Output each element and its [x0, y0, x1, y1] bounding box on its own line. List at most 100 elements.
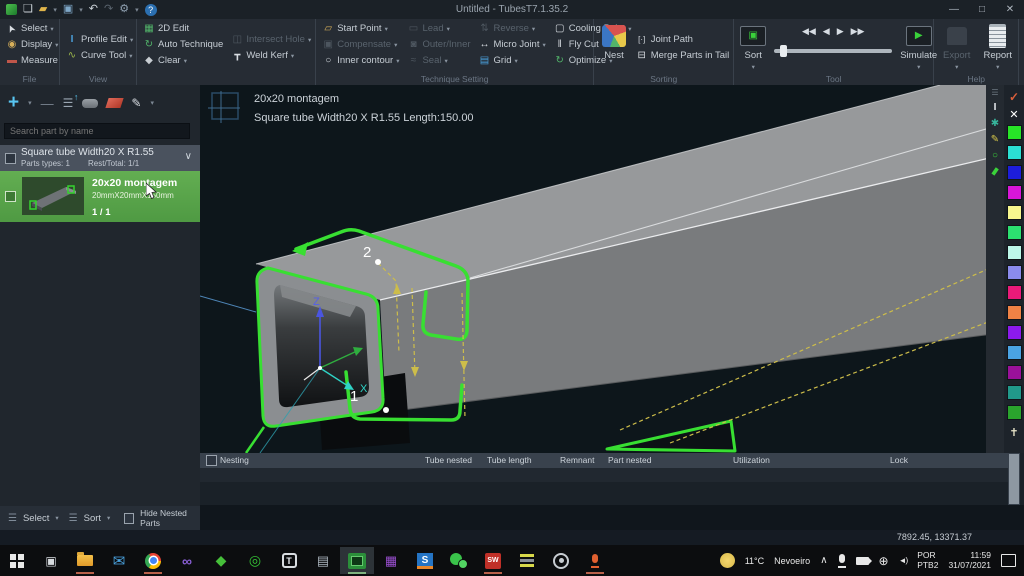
profile-edit-button[interactable]: IProfile Edit▾ [66, 33, 133, 46]
part-list-item-selected[interactable]: 20x20 montagem 20mmX20mmX150mm 1 / 1 [0, 171, 200, 222]
printer-app-button[interactable]: ▤ [306, 547, 340, 574]
solidworks-button[interactable]: SW [476, 547, 510, 574]
column-header[interactable]: Nesting [220, 455, 249, 465]
palette-color-swatch[interactable] [1007, 365, 1022, 380]
tray-expand-icon[interactable]: ∧ [820, 555, 827, 566]
palette-color-swatch[interactable] [1007, 125, 1022, 140]
tubest-app-button[interactable] [340, 547, 374, 574]
viewport-3d[interactable]: Z X 2 1 20x20 montagem Square tube Width… [200, 85, 1006, 453]
column-header[interactable]: Lock [890, 455, 908, 465]
circle-tool-icon[interactable]: ○ [992, 151, 998, 161]
part-group-header[interactable]: Square tube Width20 X R1.55 Parts types:… [0, 145, 200, 171]
step-back-button[interactable]: ◀ [823, 26, 830, 37]
chevron-down-icon[interactable]: ∨ [185, 151, 192, 162]
palette-color-swatch[interactable] [1007, 285, 1022, 300]
micro-joint-button[interactable]: ↔Micro Joint▾ [479, 38, 546, 51]
add-part-button[interactable]: + [8, 93, 19, 113]
inner-contour-button[interactable]: ○Inner contour▾ [322, 54, 399, 67]
palette-color-swatch[interactable] [1007, 205, 1022, 220]
slider-thumb[interactable] [780, 45, 787, 57]
group-checkbox[interactable] [5, 153, 16, 164]
settings-gear-icon[interactable]: ⚙ [119, 0, 129, 19]
simulation-speed-slider[interactable] [774, 49, 892, 53]
nest-button[interactable]: Nest [600, 22, 628, 73]
eraser-icon[interactable] [106, 98, 124, 108]
display-button[interactable]: ◉Display▾ [6, 38, 58, 51]
table-scrollbar[interactable] [1008, 453, 1020, 505]
measure-button[interactable]: ▬Measure [6, 54, 58, 67]
palette-color-swatch[interactable] [1007, 405, 1022, 420]
settings-caret-icon[interactable]: ▾ [135, 6, 139, 14]
curve-tool-button[interactable]: ∿Curve Tool▾ [66, 49, 133, 62]
file-explorer-button[interactable] [68, 547, 102, 574]
palette-color-swatch[interactable] [1007, 385, 1022, 400]
palette-color-swatch[interactable] [1007, 225, 1022, 240]
green-ring-app-button[interactable]: ◎ [238, 547, 272, 574]
sort-button[interactable]: ▣ Sort ▾ [740, 22, 766, 73]
weather-temp[interactable]: 11°C [745, 556, 764, 566]
nesting-select-all-checkbox[interactable] [206, 455, 217, 466]
chrome-button[interactable] [136, 547, 170, 574]
palette-color-swatch[interactable] [1007, 345, 1022, 360]
2d-edit-button[interactable]: ▦2D Edit [143, 22, 223, 35]
palette-color-swatch[interactable] [1007, 325, 1022, 340]
maximize-button[interactable]: □ [968, 0, 996, 19]
step-forward-fast-button[interactable]: ▶▶ [851, 26, 865, 37]
microphone-app-button[interactable] [578, 547, 612, 574]
start-point-button[interactable]: ▱Start Point▾ [322, 22, 399, 35]
report-button[interactable]: Report ▾ [981, 22, 1014, 73]
measure-tool-icon[interactable]: I [994, 103, 997, 113]
select-parts-button[interactable]: Select [23, 513, 49, 524]
s-app-button[interactable]: S [408, 547, 442, 574]
purple-cube-app-button[interactable]: ▦ [374, 547, 408, 574]
visual-studio-button[interactable]: ∞ [170, 547, 204, 574]
merge-parts-button[interactable]: ⊟Merge Parts in Tail [636, 49, 730, 62]
select-button[interactable]: ➤Select▾ [6, 22, 58, 35]
t-app-button[interactable]: T [272, 547, 306, 574]
column-header[interactable]: Part nested [608, 455, 651, 465]
column-header[interactable]: Utilization [733, 455, 770, 465]
simulate-button[interactable]: ▶ Simulate ▾ [900, 22, 937, 73]
action-center-icon[interactable] [1001, 554, 1016, 567]
sort-parts-button[interactable]: Sort [84, 513, 101, 524]
grid-button[interactable]: ▤Grid▾ [479, 54, 546, 67]
minimize-button[interactable]: — [940, 0, 968, 19]
scrollbar-thumb[interactable] [1009, 454, 1019, 504]
close-button[interactable]: ✕ [996, 0, 1024, 19]
weld-kerf-button[interactable]: ┳Weld Kerf▾ [231, 49, 311, 62]
layers-app-button[interactable] [510, 547, 544, 574]
wechat-button[interactable] [442, 547, 476, 574]
hide-nested-checkbox[interactable] [124, 513, 134, 524]
help-icon[interactable]: ? [145, 4, 157, 16]
save-caret-icon[interactable]: ▾ [79, 6, 83, 14]
palette-color-swatch[interactable] [1007, 185, 1022, 200]
keyboard-language[interactable]: POR PTB2 [917, 551, 938, 571]
step-back-fast-button[interactable]: ◀◀ [802, 26, 816, 37]
joint-path-button[interactable]: [·]Joint Path [636, 33, 730, 46]
start-button[interactable] [0, 547, 34, 574]
tray-network-icon[interactable]: ⊕ [879, 554, 889, 568]
search-input[interactable] [4, 123, 190, 139]
pen-tool-icon[interactable]: ✎ [991, 135, 999, 145]
palette-check-icon[interactable]: ✓ [1009, 90, 1019, 104]
part-checkbox[interactable] [5, 191, 16, 202]
gear-tool-icon[interactable]: ✱ [991, 119, 999, 129]
auto-technique-button[interactable]: ↻Auto Technique [143, 38, 223, 51]
open-caret-icon[interactable]: ▾ [53, 6, 57, 14]
tray-volume-icon[interactable]: ◄) [899, 556, 908, 565]
strip-handle-icon[interactable]: ☰ [991, 89, 998, 97]
cylinder-tool-icon[interactable]: ▮ [990, 166, 1000, 177]
palette-x-icon[interactable]: ✕ [1009, 108, 1018, 121]
open-folder-icon[interactable]: ▰ [39, 0, 47, 19]
obs-button[interactable] [544, 547, 578, 574]
palette-color-swatch[interactable] [1007, 165, 1022, 180]
weather-icon[interactable] [720, 553, 735, 568]
green-diamond-app-button[interactable]: ◆ [204, 547, 238, 574]
mail-button[interactable]: ✉ [102, 547, 136, 574]
undo-icon[interactable]: ↶ [89, 0, 98, 19]
step-forward-button[interactable]: ▶ [837, 26, 844, 37]
clear-button[interactable]: ◆Clear▾ [143, 54, 223, 67]
column-header[interactable]: Tube nested [425, 455, 472, 465]
edit-caret-icon[interactable]: ▾ [150, 99, 154, 107]
add-caret-icon[interactable]: ▾ [28, 99, 32, 107]
